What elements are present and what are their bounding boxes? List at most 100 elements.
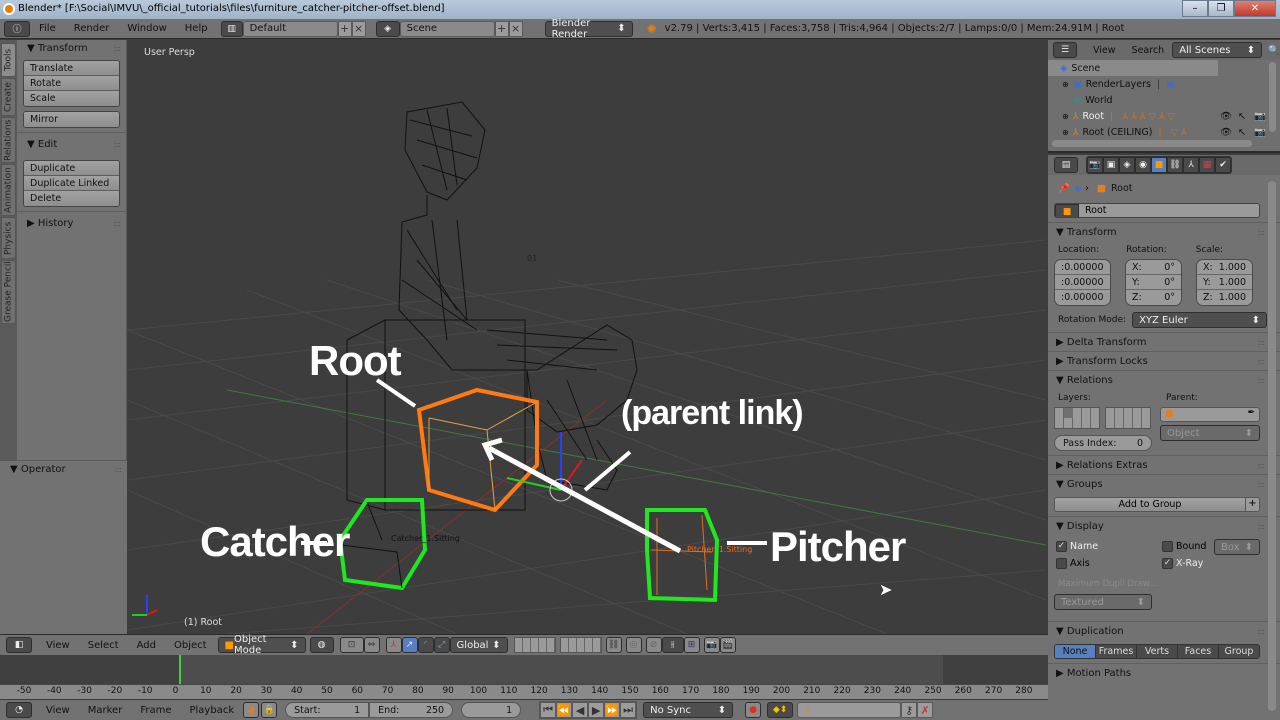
transform-locks-section[interactable]: ▶ Transform Locks:::: <box>1048 351 1280 370</box>
mode-dropdown[interactable]: ■ Object Mode ⬍ <box>217 634 306 656</box>
scale-x-field[interactable]: X: 1.000 <box>1197 260 1252 275</box>
location-x-field[interactable]: :0.00000 <box>1055 260 1110 275</box>
outliner-item-scene[interactable]: ◈ Scene <box>1048 60 1218 76</box>
pass-index-field[interactable]: Pass Index: 0 <box>1054 435 1152 451</box>
tab-object-icon[interactable]: ■ <box>1151 157 1167 173</box>
tab-create[interactable]: Create <box>1 78 16 116</box>
remove-scene-button[interactable]: × <box>508 20 523 37</box>
close-button[interactable]: ✕ <box>1234 0 1276 17</box>
motion-paths-section[interactable]: ▶ Motion Paths <box>1048 663 1280 682</box>
current-frame-field[interactable]: 1 <box>461 702 522 718</box>
tab-render-icon[interactable]: 📷 <box>1087 157 1103 173</box>
drag-grip-icon[interactable]: :::: <box>1257 517 1265 536</box>
3d-viewport[interactable]: User Persp (1) Root Catcher_1.Sitting Pi… <box>127 40 1046 634</box>
parent-field[interactable]: ■ ✒ <box>1160 407 1260 422</box>
scale-z-field[interactable]: Z: 1.000 <box>1197 290 1252 305</box>
scene-field[interactable]: Scene <box>399 20 495 37</box>
sync-dropdown[interactable]: No Sync ⬍ <box>643 702 734 718</box>
drag-grip-icon[interactable]: :::: <box>114 461 122 479</box>
properties-editor-icon[interactable]: ▤ <box>1054 157 1078 173</box>
properties-scrollbar[interactable] <box>1268 181 1276 711</box>
layer-buttons-a[interactable] <box>513 637 556 653</box>
keying-icon[interactable]: ◆⬍ <box>767 702 794 718</box>
record-icon[interactable]: ● <box>745 702 762 718</box>
new-group-plus-button[interactable]: + <box>1245 498 1259 511</box>
drag-grip-icon[interactable]: :::: <box>1257 223 1265 242</box>
bound-checkbox[interactable]: Bound <box>1162 541 1206 552</box>
proportional-edit-icon[interactable]: ◎ <box>625 637 642 653</box>
jump-start-icon[interactable]: ⏮ <box>540 702 557 718</box>
add-layout-button[interactable]: + <box>337 20 352 37</box>
tab-tools[interactable]: Tools <box>1 43 16 77</box>
render-opengl-icon[interactable]: 📷 <box>703 637 720 653</box>
snap-element-icon[interactable]: ⫲ <box>661 637 684 653</box>
rotation-y-field[interactable]: Y: 0° <box>1126 275 1181 290</box>
screen-layout-field[interactable]: Default <box>242 20 338 37</box>
tab-physics[interactable]: Physics <box>1 217 16 259</box>
relations-section[interactable]: ▼ Relations:::: <box>1048 370 1280 389</box>
snap-target-icon[interactable]: ⊞ <box>683 637 700 653</box>
vp-menu-select[interactable]: Select <box>79 640 128 651</box>
editor-type-3dview-icon[interactable]: ◧ <box>6 637 32 653</box>
location-y-field[interactable]: :0.00000 <box>1055 275 1110 290</box>
layer-buttons-b[interactable] <box>559 637 602 653</box>
tab-renderlayers-icon[interactable]: ▣ <box>1103 157 1119 173</box>
insert-keyframe-icon[interactable]: ⚷ <box>901 702 918 718</box>
dupli-none-button[interactable]: None <box>1055 645 1095 658</box>
rotate-manipulator-icon[interactable]: ◜ <box>417 637 434 653</box>
visibility-eye-icon[interactable]: 👁 <box>1220 111 1232 122</box>
add-scene-button[interactable]: + <box>494 20 509 37</box>
drag-grip-icon[interactable]: :::: <box>1257 475 1265 494</box>
scale-button[interactable]: Scale <box>24 91 119 106</box>
delete-keyframe-icon[interactable]: ✗ <box>917 702 934 718</box>
history-panel-header[interactable]: ▶ History:::: <box>17 215 126 233</box>
menu-file[interactable]: File <box>30 23 65 34</box>
manipulate-center-icon[interactable]: ⇔ <box>363 637 380 653</box>
pivot-icon[interactable]: ⊡ <box>339 637 364 653</box>
screen-layout-icon[interactable]: ▥ <box>220 20 243 37</box>
layers-grid-b[interactable] <box>1105 407 1151 429</box>
select-arrow-icon[interactable]: ↖ <box>1238 111 1246 122</box>
dupli-frames-button[interactable]: Frames <box>1095 645 1136 658</box>
transform-section-header[interactable]: ▼ Transform:::: <box>1048 222 1280 241</box>
editor-type-info-icon[interactable]: ⓘ <box>4 20 30 37</box>
drag-grip-icon[interactable]: :::: <box>113 215 121 233</box>
restore-button[interactable]: ❐ <box>1208 0 1234 17</box>
layers-grid-a[interactable] <box>1054 407 1100 429</box>
tl-menu-view[interactable]: View <box>32 705 79 716</box>
groups-section[interactable]: ▼ Groups:::: <box>1048 474 1280 493</box>
rotation-z-field[interactable]: Z: 0° <box>1126 290 1181 305</box>
operator-title[interactable]: Operator <box>21 464 66 475</box>
tab-constraints-icon[interactable]: ⛓ <box>1167 157 1183 173</box>
play-icon[interactable]: ▶ <box>588 702 605 718</box>
tl-menu-frame[interactable]: Frame <box>131 705 180 716</box>
current-frame-indicator[interactable] <box>179 655 181 684</box>
vp-menu-add[interactable]: Add <box>128 640 165 651</box>
play-reverse-icon[interactable]: ◀ <box>572 702 589 718</box>
duplicate-linked-button[interactable]: Duplicate Linked <box>24 176 119 191</box>
drag-grip-icon[interactable]: :::: <box>1257 622 1265 641</box>
drag-grip-icon[interactable]: :::: <box>1257 352 1265 371</box>
delete-button[interactable]: Delete <box>24 191 119 206</box>
outliner-item-renderlayers[interactable]: ⊕ ▣ RenderLayers | ▣ <box>1048 76 1280 92</box>
eyedropper-icon[interactable]: ✒ <box>1247 408 1255 418</box>
tab-world-icon[interactable]: ◉ <box>1135 157 1151 173</box>
tab-physics-icon[interactable]: ✔ <box>1215 157 1231 173</box>
delta-transform-section[interactable]: ▶ Delta Transform:::: <box>1048 332 1280 351</box>
outliner-item-root[interactable]: ⊕ ⅄ Root | ⅄⅄⅄▽⅄▽ 👁 ↖ 📷 <box>1048 108 1280 124</box>
outliner-item-world[interactable]: ◉ World <box>1048 92 1280 108</box>
expand-icon[interactable]: ⊕ <box>1062 112 1069 121</box>
dupli-group-button[interactable]: Group <box>1218 645 1259 658</box>
object-name-field[interactable]: Root <box>1079 204 1259 217</box>
tl-menu-playback[interactable]: Playback <box>180 705 243 716</box>
menu-help[interactable]: Help <box>176 23 217 34</box>
preview-range-icon[interactable]: ◕ <box>243 702 260 718</box>
tab-animation[interactable]: Animation <box>1 164 16 216</box>
tab-scene-icon[interactable]: ◈ <box>1119 157 1135 173</box>
start-frame-field[interactable]: Start: 1 <box>285 702 370 718</box>
draw-type-dropdown[interactable]: Textured ⬍ <box>1054 594 1152 610</box>
duplicate-button[interactable]: Duplicate <box>24 161 119 176</box>
menu-window[interactable]: Window <box>118 23 175 34</box>
add-to-group-button[interactable]: Add to Group <box>1055 498 1245 511</box>
visibility-eye-icon[interactable]: 👁 <box>1220 127 1232 138</box>
